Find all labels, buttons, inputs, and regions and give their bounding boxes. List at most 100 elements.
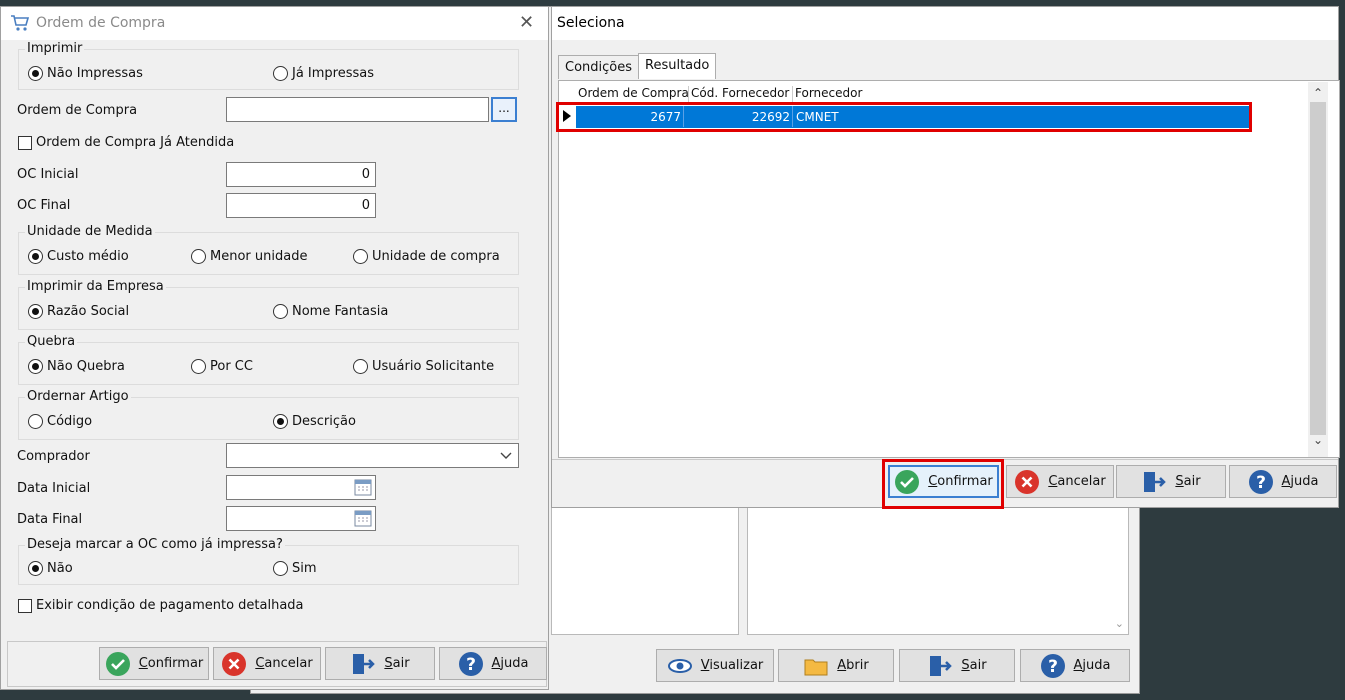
cell-ordem: 2677 <box>576 106 684 127</box>
cart-icon <box>11 15 30 31</box>
svg-text:?: ? <box>466 655 476 675</box>
por-cc-label: Por CC <box>210 359 253 374</box>
confirmar-button[interactable]: Confirmar <box>888 465 999 498</box>
menor-unidade-label: Menor unidade <box>210 249 308 264</box>
confirmar-button[interactable]: Confirmar <box>99 647 209 680</box>
radio-dot <box>273 304 288 319</box>
radio-dot <box>28 66 43 81</box>
help-icon: ? <box>458 651 483 676</box>
folder-icon <box>804 659 828 675</box>
help-icon: ? <box>1040 653 1065 678</box>
data-final-input[interactable] <box>226 506 376 531</box>
exit-door-icon <box>1144 471 1167 492</box>
data-inicial-input[interactable] <box>226 475 376 500</box>
nao-radio[interactable]: Não <box>28 561 73 576</box>
quebra-group: Quebra Não Quebra Por CC Usuário Solicit… <box>18 334 519 385</box>
vertical-scrollbar[interactable]: ⌃ ⌄ <box>1308 82 1328 457</box>
radio-dot <box>28 561 43 576</box>
custo-medio-label: Custo médio <box>47 249 129 264</box>
descricao-radio[interactable]: Descrição <box>273 414 356 429</box>
nao-quebra-radio[interactable]: Não Quebra <box>28 359 125 374</box>
quebra-legend: Quebra <box>25 334 78 349</box>
imprimir-empresa-group: Imprimir da Empresa Razão Social Nome Fa… <box>18 279 519 330</box>
cell-cod-fornecedor: 22692 <box>689 106 793 127</box>
exibir-condicao-label: Exibir condição de pagamento detalhada <box>36 598 304 613</box>
background-sair-button[interactable]: Sair <box>899 649 1015 682</box>
scroll-down-icon[interactable]: ⌄ <box>1115 617 1124 630</box>
nao-label: Não <box>47 561 73 576</box>
scroll-up-icon[interactable]: ⌃ <box>1313 86 1323 100</box>
scroll-down-icon[interactable]: ⌄ <box>1313 433 1323 447</box>
calendar-icon[interactable] <box>354 510 372 527</box>
selected-row-fill: 2677 22692 CMNET <box>576 106 1249 128</box>
exibir-condicao-checkbox[interactable]: Exibir condição de pagamento detalhada <box>18 598 304 613</box>
sair-label: Sair <box>384 656 410 671</box>
exit-door-icon <box>353 653 376 674</box>
comprador-select[interactable] <box>226 443 519 468</box>
visualizar-button[interactable]: Visualizar <box>656 649 774 682</box>
table-row[interactable]: 2677 22692 CMNET <box>556 102 1252 132</box>
scrollbar-thumb[interactable] <box>1310 102 1326 435</box>
nao-impressas-radio[interactable]: Não Impressas <box>28 66 143 81</box>
usuario-solicitante-radio[interactable]: Usuário Solicitante <box>353 359 494 374</box>
confirmar-label: Confirmar <box>928 474 993 489</box>
descricao-label: Descrição <box>292 414 356 429</box>
cancel-icon <box>222 651 247 676</box>
ordem-compra-input[interactable] <box>226 97 489 122</box>
sair-button[interactable]: Sair <box>325 647 435 680</box>
chevron-down-icon <box>500 452 512 459</box>
close-icon[interactable]: ✕ <box>519 12 534 33</box>
oc-final-input[interactable]: 0 <box>226 193 376 218</box>
lookup-button[interactable]: ... <box>491 97 517 122</box>
nome-fantasia-radio[interactable]: Nome Fantasia <box>273 304 388 319</box>
nao-impressas-label: Não Impressas <box>47 66 143 81</box>
cancelar-button[interactable]: Cancelar <box>213 647 321 680</box>
nao-quebra-label: Não Quebra <box>47 359 125 374</box>
unidade-legend: Unidade de Medida <box>25 224 155 239</box>
data-final-label: Data Final <box>17 512 83 527</box>
radio-dot <box>191 249 206 264</box>
dialog-title: Ordem de Compra <box>36 15 166 31</box>
column-header-cod-fornecedor[interactable]: Cód. Fornecedor <box>689 86 793 103</box>
menor-unidade-radio[interactable]: Menor unidade <box>191 249 307 264</box>
column-header-ordem[interactable]: Ordem de Compra <box>576 86 689 103</box>
background-right-pane[interactable]: ⌄ <box>747 507 1129 635</box>
ajuda-button[interactable]: ? Ajuda <box>439 647 547 680</box>
cancelar-button[interactable]: Cancelar <box>1006 465 1114 498</box>
abrir-button[interactable]: Abrir <box>778 649 894 682</box>
sair-button[interactable]: Sair <box>1116 465 1226 498</box>
por-cc-radio[interactable]: Por CC <box>191 359 253 374</box>
radio-dot <box>353 249 368 264</box>
checkbox-box <box>18 135 32 150</box>
custo-medio-radio[interactable]: Custo médio <box>28 249 129 264</box>
background-left-pane <box>551 507 739 635</box>
background-ajuda-button[interactable]: ? Ajuda <box>1020 649 1130 682</box>
calendar-icon[interactable] <box>354 479 372 496</box>
razao-social-label: Razão Social <box>47 304 130 319</box>
comprador-label: Comprador <box>17 449 90 464</box>
marcar-legend: Deseja marcar a OC como já impressa? <box>25 537 285 552</box>
background-ajuda-label: Ajuda <box>1073 658 1111 673</box>
tab-resultado[interactable]: Resultado <box>638 53 717 79</box>
ja-impressas-radio[interactable]: Já Impressas <box>273 66 374 81</box>
codigo-radio[interactable]: Código <box>28 414 92 429</box>
background-sair-label: Sair <box>961 658 987 673</box>
radio-dot <box>191 359 206 374</box>
cancel-icon <box>1015 469 1040 494</box>
sim-radio[interactable]: Sim <box>273 561 317 576</box>
unidade-compra-radio[interactable]: Unidade de compra <box>353 249 500 264</box>
title-bar[interactable]: Seleciona <box>552 7 1338 40</box>
title-bar[interactable]: Ordem de Compra ✕ <box>1 7 548 40</box>
razao-social-radio[interactable]: Razão Social <box>28 304 129 319</box>
ja-atendida-checkbox[interactable]: Ordem de Compra Já Atendida <box>18 135 234 150</box>
column-header-fornecedor[interactable]: Fornecedor <box>793 86 943 103</box>
ajuda-label: Ajuda <box>1281 474 1319 489</box>
checkbox-box <box>18 598 32 613</box>
oc-inicial-input[interactable]: 0 <box>226 162 376 187</box>
tab-condicoes[interactable]: Condições <box>558 55 640 79</box>
ajuda-button[interactable]: ? Ajuda <box>1229 465 1337 498</box>
help-icon: ? <box>1248 469 1273 494</box>
cell-fornecedor: CMNET <box>796 110 839 124</box>
radio-dot <box>28 414 43 429</box>
unidade-compra-label: Unidade de compra <box>372 249 500 264</box>
